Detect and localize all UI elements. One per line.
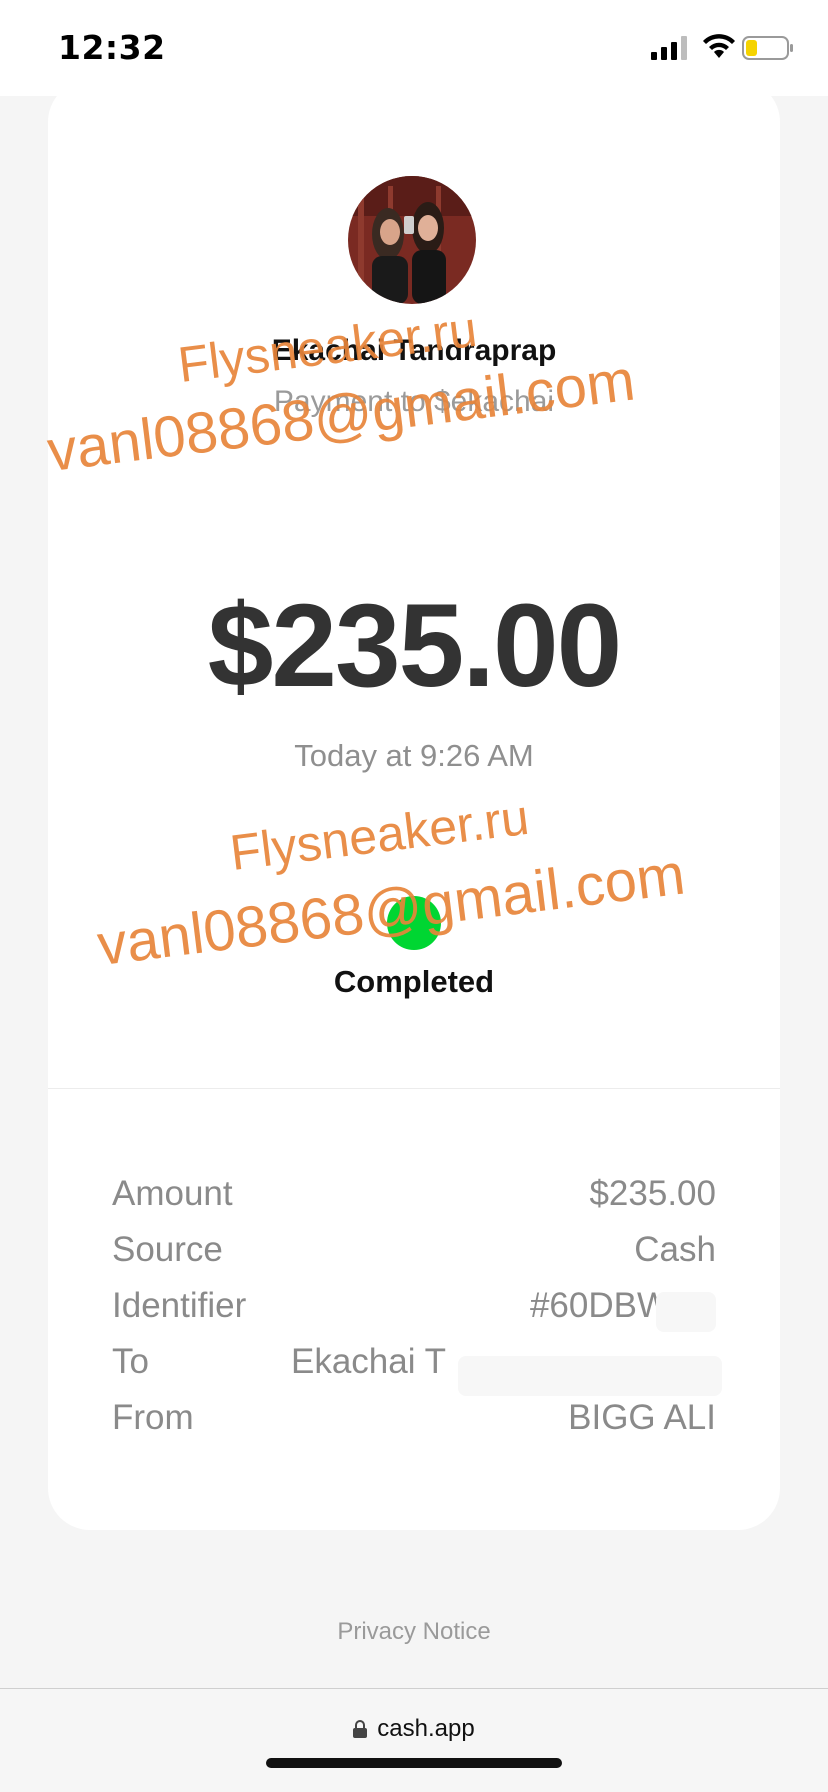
redaction-mask [458, 1356, 722, 1396]
cellular-signal-icon [651, 36, 687, 60]
payment-amount: $235.00 [207, 580, 623, 712]
divider [48, 1088, 780, 1089]
redaction-mask [656, 1292, 716, 1332]
detail-value: BIGG ALI [568, 1398, 716, 1437]
detail-value: #60DBW [529, 1286, 670, 1325]
detail-label: Identifier [112, 1286, 247, 1325]
detail-row-to: To Ekachai T [112, 1342, 722, 1398]
url-text: cash.app [377, 1715, 475, 1742]
detail-value: $235.00 [589, 1174, 716, 1213]
detail-value: Ekachai T [291, 1342, 446, 1381]
detail-label: Source [112, 1230, 223, 1269]
battery-icon [742, 36, 793, 60]
details-list: Amount $235.00 Source Cash Identifier #6… [112, 1174, 722, 1454]
detail-label: From [112, 1398, 194, 1437]
privacy-notice-link[interactable]: Privacy Notice [0, 1618, 828, 1646]
detail-row-source: Source Cash [112, 1230, 716, 1286]
payment-timestamp: Today at 9:26 AM [294, 738, 534, 773]
detail-row-from: From BIGG ALI [112, 1398, 716, 1454]
lock-icon [353, 1720, 368, 1738]
detail-label: Amount [112, 1174, 233, 1213]
url-display[interactable]: cash.app [0, 1715, 828, 1743]
detail-value: Cash [634, 1230, 716, 1269]
wifi-icon [703, 34, 735, 58]
detail-label: To [112, 1342, 149, 1381]
browser-url-bar[interactable]: cash.app [0, 1688, 828, 1792]
home-indicator[interactable] [266, 1758, 562, 1768]
detail-row-identifier: Identifier #60DBW [112, 1286, 716, 1342]
detail-row-amount: Amount $235.00 [112, 1174, 716, 1230]
recipient-avatar [348, 176, 476, 304]
status-time: 12:32 [58, 28, 166, 67]
